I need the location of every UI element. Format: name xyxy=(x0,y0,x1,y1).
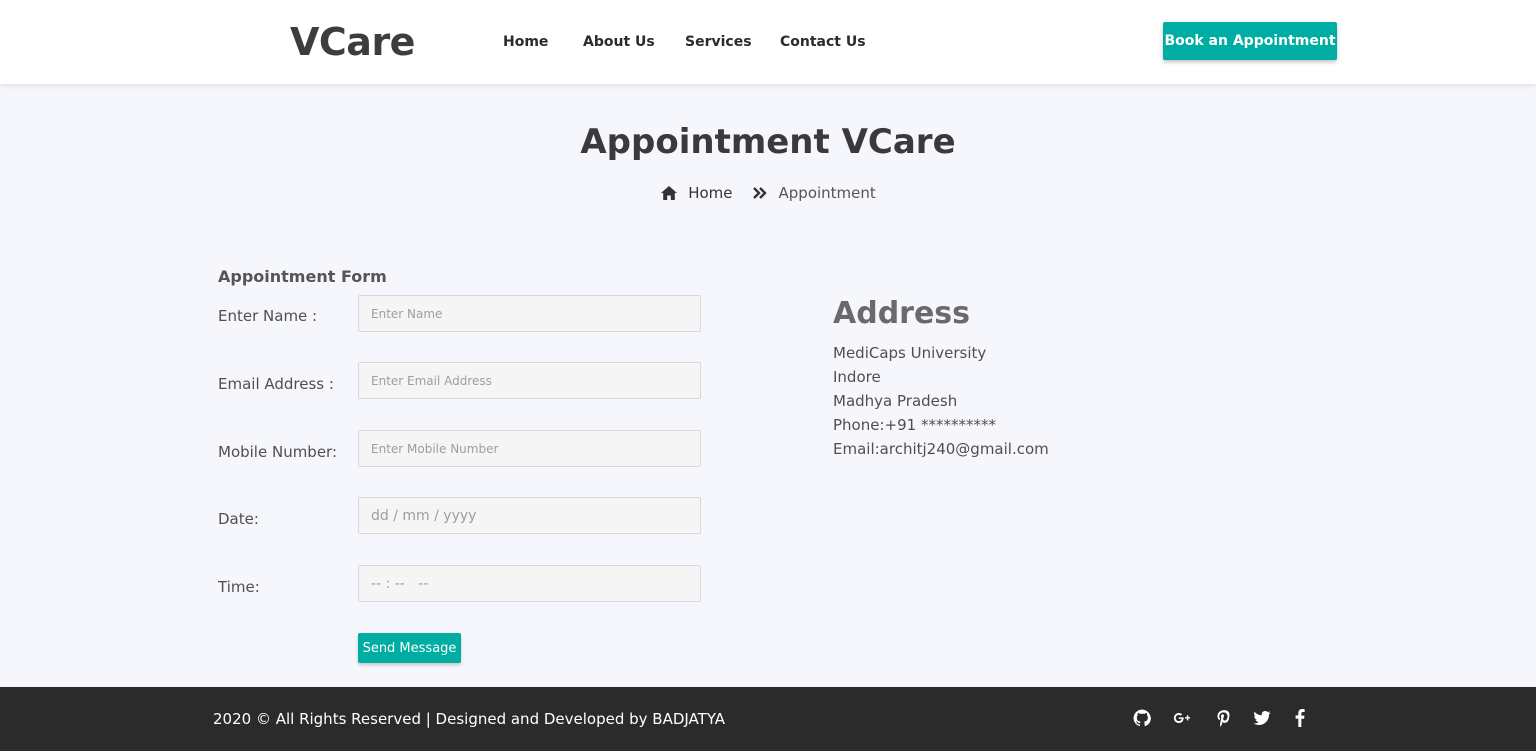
page-title: Appointment VCare xyxy=(580,122,956,162)
breadcrumb: Home Appointment xyxy=(0,184,1536,205)
mobile-label: Mobile Number: xyxy=(218,443,338,461)
github-icon[interactable] xyxy=(1133,709,1153,729)
address-email: Email:architj240@gmail.com xyxy=(833,440,1049,458)
name-label: Enter Name : xyxy=(218,307,318,325)
address-phone: Phone:+91 ********** xyxy=(833,416,996,434)
book-appointment-button[interactable]: Book an Appointment xyxy=(1163,22,1337,60)
time-label: Time: xyxy=(218,578,260,596)
nav-home[interactable]: Home xyxy=(503,34,548,50)
site-header: VCare Home About Us Services Contact Us … xyxy=(0,0,1536,84)
address-line: MediCaps University xyxy=(833,344,987,362)
email-label: Email Address : xyxy=(218,375,334,393)
google-plus-icon[interactable] xyxy=(1173,709,1193,729)
send-message-button[interactable]: Send Message xyxy=(358,633,461,663)
time-input[interactable] xyxy=(358,565,701,602)
mobile-input[interactable] xyxy=(358,430,701,467)
home-icon xyxy=(660,185,678,201)
form-title: Appointment Form xyxy=(218,267,387,286)
site-logo[interactable]: VCare xyxy=(290,20,415,64)
name-input[interactable] xyxy=(358,295,701,332)
date-input[interactable] xyxy=(358,497,701,534)
twitter-icon[interactable] xyxy=(1253,709,1273,729)
date-label: Date: xyxy=(218,510,259,528)
breadcrumb-home-link[interactable]: Home xyxy=(688,184,732,202)
facebook-icon[interactable] xyxy=(1291,709,1311,729)
copyright-text: 2020 © All Rights Reserved | Designed an… xyxy=(213,710,726,728)
nav-contact-us[interactable]: Contact Us xyxy=(780,34,866,50)
address-title: Address xyxy=(833,296,971,331)
breadcrumb-current: Appointment xyxy=(778,184,876,202)
email-input[interactable] xyxy=(358,362,701,399)
nav-about-us[interactable]: About Us xyxy=(583,34,655,50)
double-chevron-right-icon xyxy=(751,185,769,201)
site-footer: 2020 © All Rights Reserved | Designed an… xyxy=(0,687,1536,751)
address-line: Madhya Pradesh xyxy=(833,392,958,410)
pinterest-icon[interactable] xyxy=(1215,709,1235,729)
address-line: Indore xyxy=(833,368,881,386)
nav-services[interactable]: Services xyxy=(685,34,752,50)
